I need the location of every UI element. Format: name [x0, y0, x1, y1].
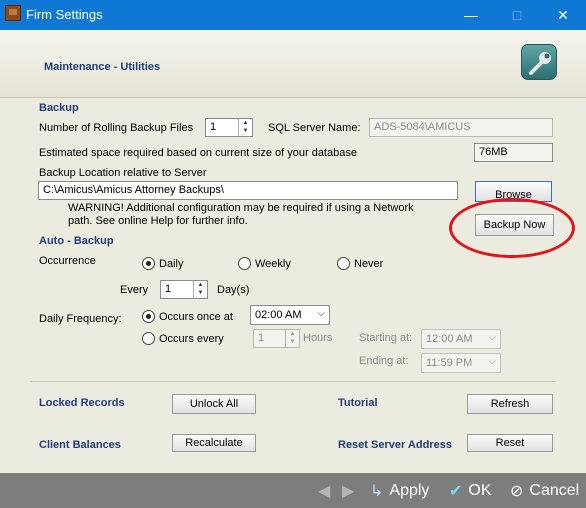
- daily-radio[interactable]: [142, 257, 155, 270]
- ending-at-value: 11:59 PM: [426, 357, 473, 369]
- maximize-icon[interactable]: □: [494, 0, 540, 30]
- auto-backup-title: Auto - Backup: [39, 235, 114, 247]
- estimate-value: 76MB: [474, 143, 553, 162]
- refresh-button[interactable]: Refresh: [467, 394, 553, 414]
- every-days-stepper[interactable]: 1 ▲ ▼: [160, 280, 208, 299]
- every-label: Every: [120, 284, 149, 296]
- every-days-value: 1: [165, 283, 172, 295]
- starting-at-value: 12:00 AM: [426, 333, 473, 345]
- warning-line-1: WARNING! Additional configuration may be…: [68, 202, 414, 214]
- footer-bar: [0, 473, 586, 508]
- occurs-once-label: Occurs once at: [159, 311, 233, 323]
- rolling-backup-stepper[interactable]: 1 ▲ ▼: [205, 118, 253, 137]
- backup-location-input[interactable]: C:\Amicus\Amicus Attorney Backups\: [38, 181, 458, 200]
- back-arrow-icon[interactable]: ◀: [318, 473, 330, 508]
- occurs-once-radio[interactable]: [142, 310, 155, 323]
- spinner-arrows-icon[interactable]: ▲ ▼: [193, 281, 207, 298]
- daily-label: Daily: [159, 258, 184, 270]
- spinner-arrows-icon[interactable]: ▲ ▼: [238, 119, 252, 136]
- forward-arrow-icon[interactable]: ▶: [342, 473, 354, 508]
- rolling-backup-label: Number of Rolling Backup Files: [39, 122, 194, 134]
- cancel-icon: ⊘: [510, 482, 524, 500]
- ok-button[interactable]: ✔ OK: [449, 473, 492, 508]
- backup-section-title: Backup: [39, 102, 79, 114]
- occurs-every-label: Occurs every: [159, 333, 224, 345]
- recalculate-button[interactable]: Recalculate: [172, 434, 256, 452]
- highlight-circle: [449, 198, 575, 258]
- minimize-icon[interactable]: —: [448, 0, 494, 30]
- sql-server-label: SQL Server Name:: [268, 122, 361, 134]
- unlock-all-button[interactable]: Unlock All: [172, 394, 256, 414]
- app-icon: [5, 5, 21, 21]
- every-hours-stepper: 1 ▲ ▼: [253, 329, 300, 348]
- apply-label: Apply: [389, 481, 430, 499]
- never-radio[interactable]: [337, 257, 350, 270]
- days-label: Day(s): [217, 284, 250, 296]
- once-time-select[interactable]: 02:00 AM ⌵: [250, 305, 330, 325]
- weekly-radio[interactable]: [238, 257, 251, 270]
- never-label: Never: [354, 258, 384, 270]
- wrench-icon: [521, 44, 557, 80]
- warning-line-2: path. See online Help for further info.: [68, 215, 248, 227]
- sql-server-field: ADS-5084\AMICUS: [369, 118, 553, 137]
- chevron-down-icon: ⌵: [488, 356, 496, 367]
- divider: [30, 381, 556, 382]
- chevron-down-icon: ⌵: [317, 308, 325, 319]
- estimate-label: Estimated space required based on curren…: [39, 147, 357, 159]
- ending-at-select: 11:59 PM ⌵: [421, 353, 501, 373]
- ok-check-icon: ✔: [449, 482, 463, 500]
- spinner-arrows-icon: ▲ ▼: [285, 330, 299, 347]
- occurrence-label: Occurrence: [39, 255, 96, 267]
- cancel-button[interactable]: ⊘ Cancel: [510, 473, 579, 508]
- hours-label: Hours: [303, 332, 333, 344]
- location-label: Backup Location relative to Server: [39, 167, 207, 179]
- apply-icon: ↳: [370, 482, 384, 500]
- rolling-backup-value: 1: [210, 121, 217, 133]
- page-title: Maintenance - Utilities: [44, 61, 161, 73]
- close-icon[interactable]: ✕: [540, 0, 586, 30]
- ok-label: OK: [468, 481, 492, 499]
- reset-button[interactable]: Reset: [467, 434, 553, 452]
- apply-button[interactable]: ↳ Apply: [370, 473, 429, 508]
- chevron-down-icon: ⌵: [488, 332, 496, 343]
- client-balances-title: Client Balances: [39, 439, 121, 451]
- cancel-label: Cancel: [529, 481, 580, 499]
- locked-records-title: Locked Records: [39, 397, 125, 409]
- daily-frequency-label: Daily Frequency:: [39, 313, 122, 325]
- window-title: Firm Settings: [26, 7, 103, 22]
- weekly-label: Weekly: [255, 258, 291, 270]
- starting-at-select: 12:00 AM ⌵: [421, 329, 501, 349]
- occurs-every-radio[interactable]: [142, 332, 155, 345]
- tutorial-title: Tutorial: [338, 397, 378, 409]
- reset-server-title: Reset Server Address: [338, 439, 452, 451]
- starting-at-label: Starting at:: [359, 332, 413, 344]
- ending-at-label: Ending at:: [359, 355, 409, 367]
- every-hours-value: 1: [258, 332, 265, 344]
- once-time-value: 02:00 AM: [255, 309, 302, 321]
